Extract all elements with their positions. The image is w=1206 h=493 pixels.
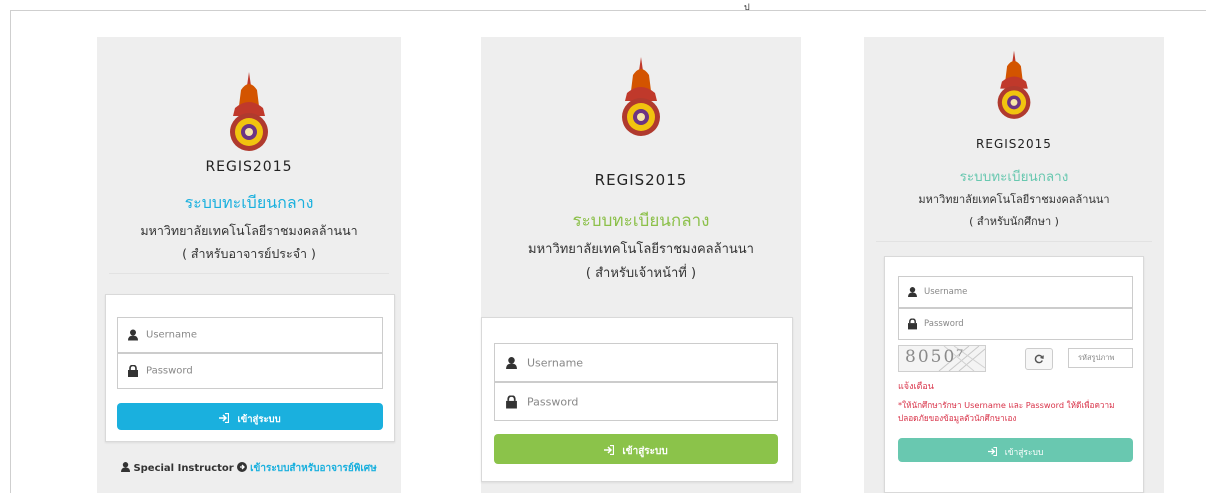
- login-card: Username Password 8050⁷ รหัสรูปภาพ แจ้งเ…: [884, 256, 1144, 493]
- system-title: ระบบทะเบียนกลาง: [572, 211, 710, 231]
- sign-in-icon: [219, 412, 230, 424]
- username-placeholder: Username: [146, 329, 197, 341]
- captcha-image: 8050⁷: [898, 345, 986, 372]
- university-name: มหาวิทยาลัยเทคโนโลยีราชมงคลล้านนา: [918, 193, 1110, 206]
- sign-in-icon: [604, 444, 615, 456]
- role-label: ( สำหรับนักศึกษา ): [969, 215, 1059, 228]
- username-field[interactable]: Username: [494, 343, 778, 382]
- lock-icon: [128, 365, 138, 377]
- app-name: REGIS2015: [205, 159, 293, 175]
- user-icon: [908, 287, 917, 297]
- arrow-circle-right-icon: [236, 462, 247, 472]
- instructor-login-panel: REGIS2015 ระบบทะเบียนกลาง มหาวิทยาลัยเทค…: [97, 37, 401, 493]
- login-card: Username Password เข้าสู่ระบบ: [481, 317, 793, 482]
- university-seal-icon: [230, 72, 268, 151]
- username-placeholder: Username: [527, 356, 584, 369]
- university-name: มหาวิทยาลัยเทคโนโลยีราชมงคลล้านนา: [140, 223, 358, 238]
- sign-in-icon: [987, 446, 997, 457]
- special-instructor-row: Special Instructor เข้าระบบสำหรับอาจารย์…: [97, 461, 401, 476]
- divider: [109, 273, 389, 274]
- role-label: ( สำหรับเจ้าหน้าที่ ): [585, 266, 697, 281]
- lock-icon: [506, 395, 517, 408]
- special-instructor-label: Special Instructor: [133, 463, 234, 474]
- captcha-placeholder: รหัสรูปภาพ: [1078, 353, 1115, 362]
- login-button-label: เข้าสู่ระบบ: [237, 414, 281, 425]
- user-icon: [128, 329, 138, 341]
- username-field[interactable]: Username: [898, 276, 1133, 308]
- login-button[interactable]: เข้าสู่ระบบ: [117, 403, 383, 430]
- login-card: Username Password เข้าสู่ระบบ: [105, 294, 395, 442]
- username-field[interactable]: Username: [117, 317, 383, 353]
- university-name: มหาวิทยาลัยเทคโนโลยีราชมงคลล้านนา: [528, 242, 754, 257]
- university-seal-icon: [997, 50, 1031, 119]
- password-placeholder: Password: [924, 319, 964, 329]
- captcha-input[interactable]: รหัสรูปภาพ: [1068, 348, 1133, 368]
- user-icon: [506, 356, 517, 369]
- login-button-label: เข้าสู่ระบบ: [1004, 448, 1044, 458]
- top-mark: ป: [744, 3, 750, 13]
- university-seal-icon: [622, 57, 660, 136]
- system-title: ระบบทะเบียนกลาง: [184, 193, 314, 212]
- password-field[interactable]: Password: [898, 308, 1133, 340]
- warning-text: *ให้นักศึกษารักษา Username และ Password …: [898, 400, 1115, 423]
- staff-login-panel: REGIS2015 ระบบทะเบียนกลาง มหาวิทยาลัยเทค…: [481, 37, 801, 493]
- login-button[interactable]: เข้าสู่ระบบ: [898, 438, 1133, 462]
- password-placeholder: Password: [146, 365, 193, 377]
- warning-title: แจ้งเตือน: [898, 382, 934, 392]
- refresh-captcha-button[interactable]: [1025, 348, 1053, 370]
- system-title: ระบบทะเบียนกลาง: [959, 169, 1069, 185]
- login-button[interactable]: เข้าสู่ระบบ: [494, 434, 778, 464]
- username-placeholder: Username: [924, 287, 968, 297]
- role-label: ( สำหรับอาจารย์ประจำ ): [182, 246, 316, 261]
- special-instructor-link[interactable]: เข้าระบบสำหรับอาจารย์พิเศษ: [250, 463, 377, 474]
- password-placeholder: Password: [527, 395, 579, 408]
- user-icon: [121, 462, 131, 472]
- divider: [876, 241, 1152, 242]
- login-button-label: เข้าสู่ระบบ: [622, 446, 668, 457]
- lock-icon: [908, 318, 917, 330]
- student-login-panel: REGIS2015 ระบบทะเบียนกลาง มหาวิทยาลัยเทค…: [864, 37, 1164, 493]
- app-name: REGIS2015: [976, 137, 1052, 151]
- app-name: REGIS2015: [594, 171, 688, 189]
- password-field[interactable]: Password: [494, 382, 778, 421]
- refresh-icon: [1034, 354, 1044, 364]
- password-field[interactable]: Password: [117, 353, 383, 389]
- captcha-digits: 8050⁷: [905, 347, 966, 367]
